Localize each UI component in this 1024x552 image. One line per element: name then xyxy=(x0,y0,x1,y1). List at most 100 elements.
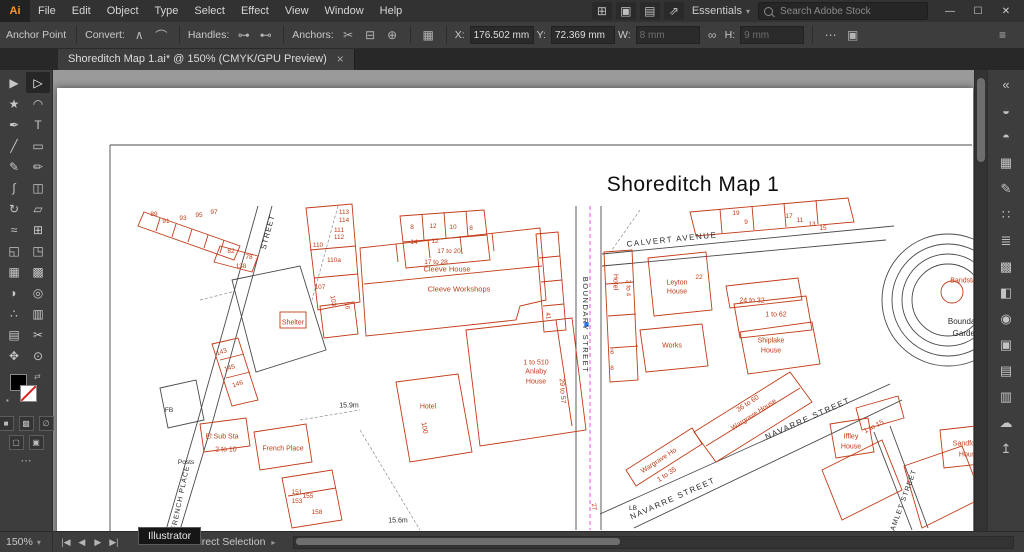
rectangle-tool[interactable]: ▭ xyxy=(26,135,50,156)
gradient-mode-icon[interactable]: ▩ xyxy=(18,416,34,431)
transform-options-icon[interactable]: ⋯ xyxy=(821,26,840,45)
link-dimensions-icon[interactable]: ∞ xyxy=(703,26,722,45)
artboard-nav-0[interactable]: |◀ xyxy=(58,537,74,548)
stroke-panel-icon[interactable]: ≣ xyxy=(993,229,1019,252)
close-button[interactable]: ✕ xyxy=(992,0,1020,22)
menu-select[interactable]: Select xyxy=(186,0,233,22)
menu-window[interactable]: Window xyxy=(317,0,372,22)
swap-colors-icon[interactable]: ⇄ xyxy=(34,372,41,381)
color-panel-icon[interactable]: ◒ xyxy=(993,99,1019,122)
zoom-control[interactable]: 150% ▾ xyxy=(0,536,47,548)
show-handles-icon[interactable]: ⊶ xyxy=(234,26,253,45)
collapse-panels-icon[interactable]: « xyxy=(993,73,1019,96)
layers-panel-icon[interactable]: ▤ xyxy=(993,359,1019,382)
symbols-panel-icon[interactable]: ∷ xyxy=(993,203,1019,226)
restore-button[interactable]: ☐ xyxy=(964,0,992,22)
arrange-documents-icon[interactable]: ⊞ xyxy=(591,2,612,20)
free-transform-tool[interactable]: ⊞ xyxy=(26,219,50,240)
menu-file[interactable]: File xyxy=(30,0,64,22)
align-options-icon[interactable]: ▦ xyxy=(419,26,438,45)
mesh-tool[interactable]: ▦ xyxy=(2,261,26,282)
artboard-nav-1[interactable]: ◀ xyxy=(74,537,90,548)
shaper-tool[interactable]: ∫ xyxy=(2,177,26,198)
pencil-tool[interactable]: ✏ xyxy=(26,156,50,177)
blend-tool[interactable]: ◎ xyxy=(26,282,50,303)
width-tool[interactable]: ≈ xyxy=(2,219,26,240)
cut-path-icon[interactable]: ✂ xyxy=(339,26,358,45)
artboard-tool[interactable]: ▤ xyxy=(2,324,26,345)
menu-effect[interactable]: Effect xyxy=(233,0,277,22)
rotate-tool[interactable]: ↻ xyxy=(2,198,26,219)
symbol-sprayer-tool[interactable]: ∴ xyxy=(2,303,26,324)
type-tool[interactable]: T xyxy=(26,114,50,135)
eyedropper-tool[interactable]: ◗ xyxy=(2,282,26,303)
tool-indicator[interactable]: Direct Selection ▸ xyxy=(192,536,276,548)
artboard-nav-3[interactable]: ▶| xyxy=(106,537,122,548)
hide-handles-icon[interactable]: ⊷ xyxy=(256,26,275,45)
default-colors-icon[interactable]: ▪ xyxy=(6,396,9,405)
convert-to-corner-icon[interactable]: ∧ xyxy=(130,26,149,45)
minimize-button[interactable]: — xyxy=(936,0,964,22)
isolate-selection-icon[interactable]: ▣ xyxy=(843,26,862,45)
column-graph-tool[interactable]: ▥ xyxy=(26,303,50,324)
perspective-grid-tool[interactable]: ◳ xyxy=(26,240,50,261)
lasso-tool[interactable]: ◠ xyxy=(26,93,50,114)
eraser-tool[interactable]: ◫ xyxy=(26,177,50,198)
width-input[interactable] xyxy=(635,26,700,44)
workspace-switcher[interactable]: Essentials ▾ xyxy=(692,5,750,17)
canvas[interactable]: Shoreditch Map 1 CALVERT AVENUE BOUNDARY … xyxy=(52,70,975,532)
hand-tool[interactable]: ✥ xyxy=(2,345,26,366)
libraries-panel-icon[interactable]: ☁ xyxy=(993,411,1019,434)
transparency-panel-icon[interactable]: ◧ xyxy=(993,281,1019,304)
remove-anchor-icon[interactable]: ⊟ xyxy=(361,26,380,45)
document-layout-icon[interactable]: ▤ xyxy=(639,2,660,20)
scale-tool[interactable]: ▱ xyxy=(26,198,50,219)
stroke-color-swatch[interactable] xyxy=(20,385,37,402)
tab-close-icon[interactable]: × xyxy=(337,52,344,66)
height-input[interactable] xyxy=(740,26,805,44)
edit-toolbar-icon[interactable]: ⋯ xyxy=(21,454,32,467)
asset-export-panel-icon[interactable]: ↥ xyxy=(993,437,1019,460)
menu-type[interactable]: Type xyxy=(147,0,187,22)
color-mode-icon[interactable]: ■ xyxy=(0,416,14,431)
vertical-scrollbar[interactable] xyxy=(974,70,988,532)
connect-path-icon[interactable]: ⊕ xyxy=(383,26,402,45)
brushes-panel-icon[interactable]: ✎ xyxy=(993,177,1019,200)
gpu-performance-icon[interactable]: ▣ xyxy=(615,2,636,20)
document-tab[interactable]: Shoreditch Map 1.ai* @ 150% (CMYK/GPU Pr… xyxy=(58,48,355,70)
artboard-nav-2[interactable]: ▶ xyxy=(90,537,106,548)
horizontal-scroll-thumb[interactable] xyxy=(296,537,620,545)
graphic-styles-panel-icon[interactable]: ▣ xyxy=(993,333,1019,356)
menu-edit[interactable]: Edit xyxy=(64,0,99,22)
slice-tool[interactable]: ✂ xyxy=(26,324,50,345)
menu-object[interactable]: Object xyxy=(99,0,147,22)
line-segment-tool[interactable]: ╱ xyxy=(2,135,26,156)
menu-help[interactable]: Help xyxy=(372,0,411,22)
screen-mode-icon[interactable]: ▣ xyxy=(28,435,44,450)
horizontal-scrollbar[interactable] xyxy=(293,535,1014,549)
paintbrush-tool[interactable]: ✎ xyxy=(2,156,26,177)
convert-to-smooth-icon[interactable]: ⌒ xyxy=(152,26,171,45)
gradient-panel-icon[interactable]: ▩ xyxy=(993,255,1019,278)
artboards-panel-icon[interactable]: ▥ xyxy=(993,385,1019,408)
x-input[interactable] xyxy=(469,26,534,44)
draw-normal-icon[interactable]: ▢ xyxy=(8,435,24,450)
gradient-tool[interactable]: ▩ xyxy=(26,261,50,282)
appearance-panel-icon[interactable]: ◉ xyxy=(993,307,1019,330)
shape-builder-tool[interactable]: ◱ xyxy=(2,240,26,261)
color-guide-icon[interactable]: ◓ xyxy=(993,125,1019,148)
selection-tool[interactable]: ▶ xyxy=(2,72,26,93)
menu-view[interactable]: View xyxy=(277,0,317,22)
direct-selection-tool[interactable]: ▷ xyxy=(26,72,50,93)
zoom-tool[interactable]: ⊙ xyxy=(26,345,50,366)
none-mode-icon[interactable]: ∅ xyxy=(38,416,54,431)
panel-menu-icon[interactable]: ≡ xyxy=(993,26,1012,45)
stock-search[interactable] xyxy=(758,2,928,20)
swatches-panel-icon[interactable]: ▦ xyxy=(993,151,1019,174)
search-input[interactable] xyxy=(778,4,902,18)
pen-tool[interactable]: ✒ xyxy=(2,114,26,135)
share-icon[interactable]: ⇗ xyxy=(663,2,684,20)
vertical-scroll-thumb[interactable] xyxy=(977,78,985,162)
y-input[interactable] xyxy=(550,26,615,44)
magic-wand-tool[interactable]: ★ xyxy=(2,93,26,114)
